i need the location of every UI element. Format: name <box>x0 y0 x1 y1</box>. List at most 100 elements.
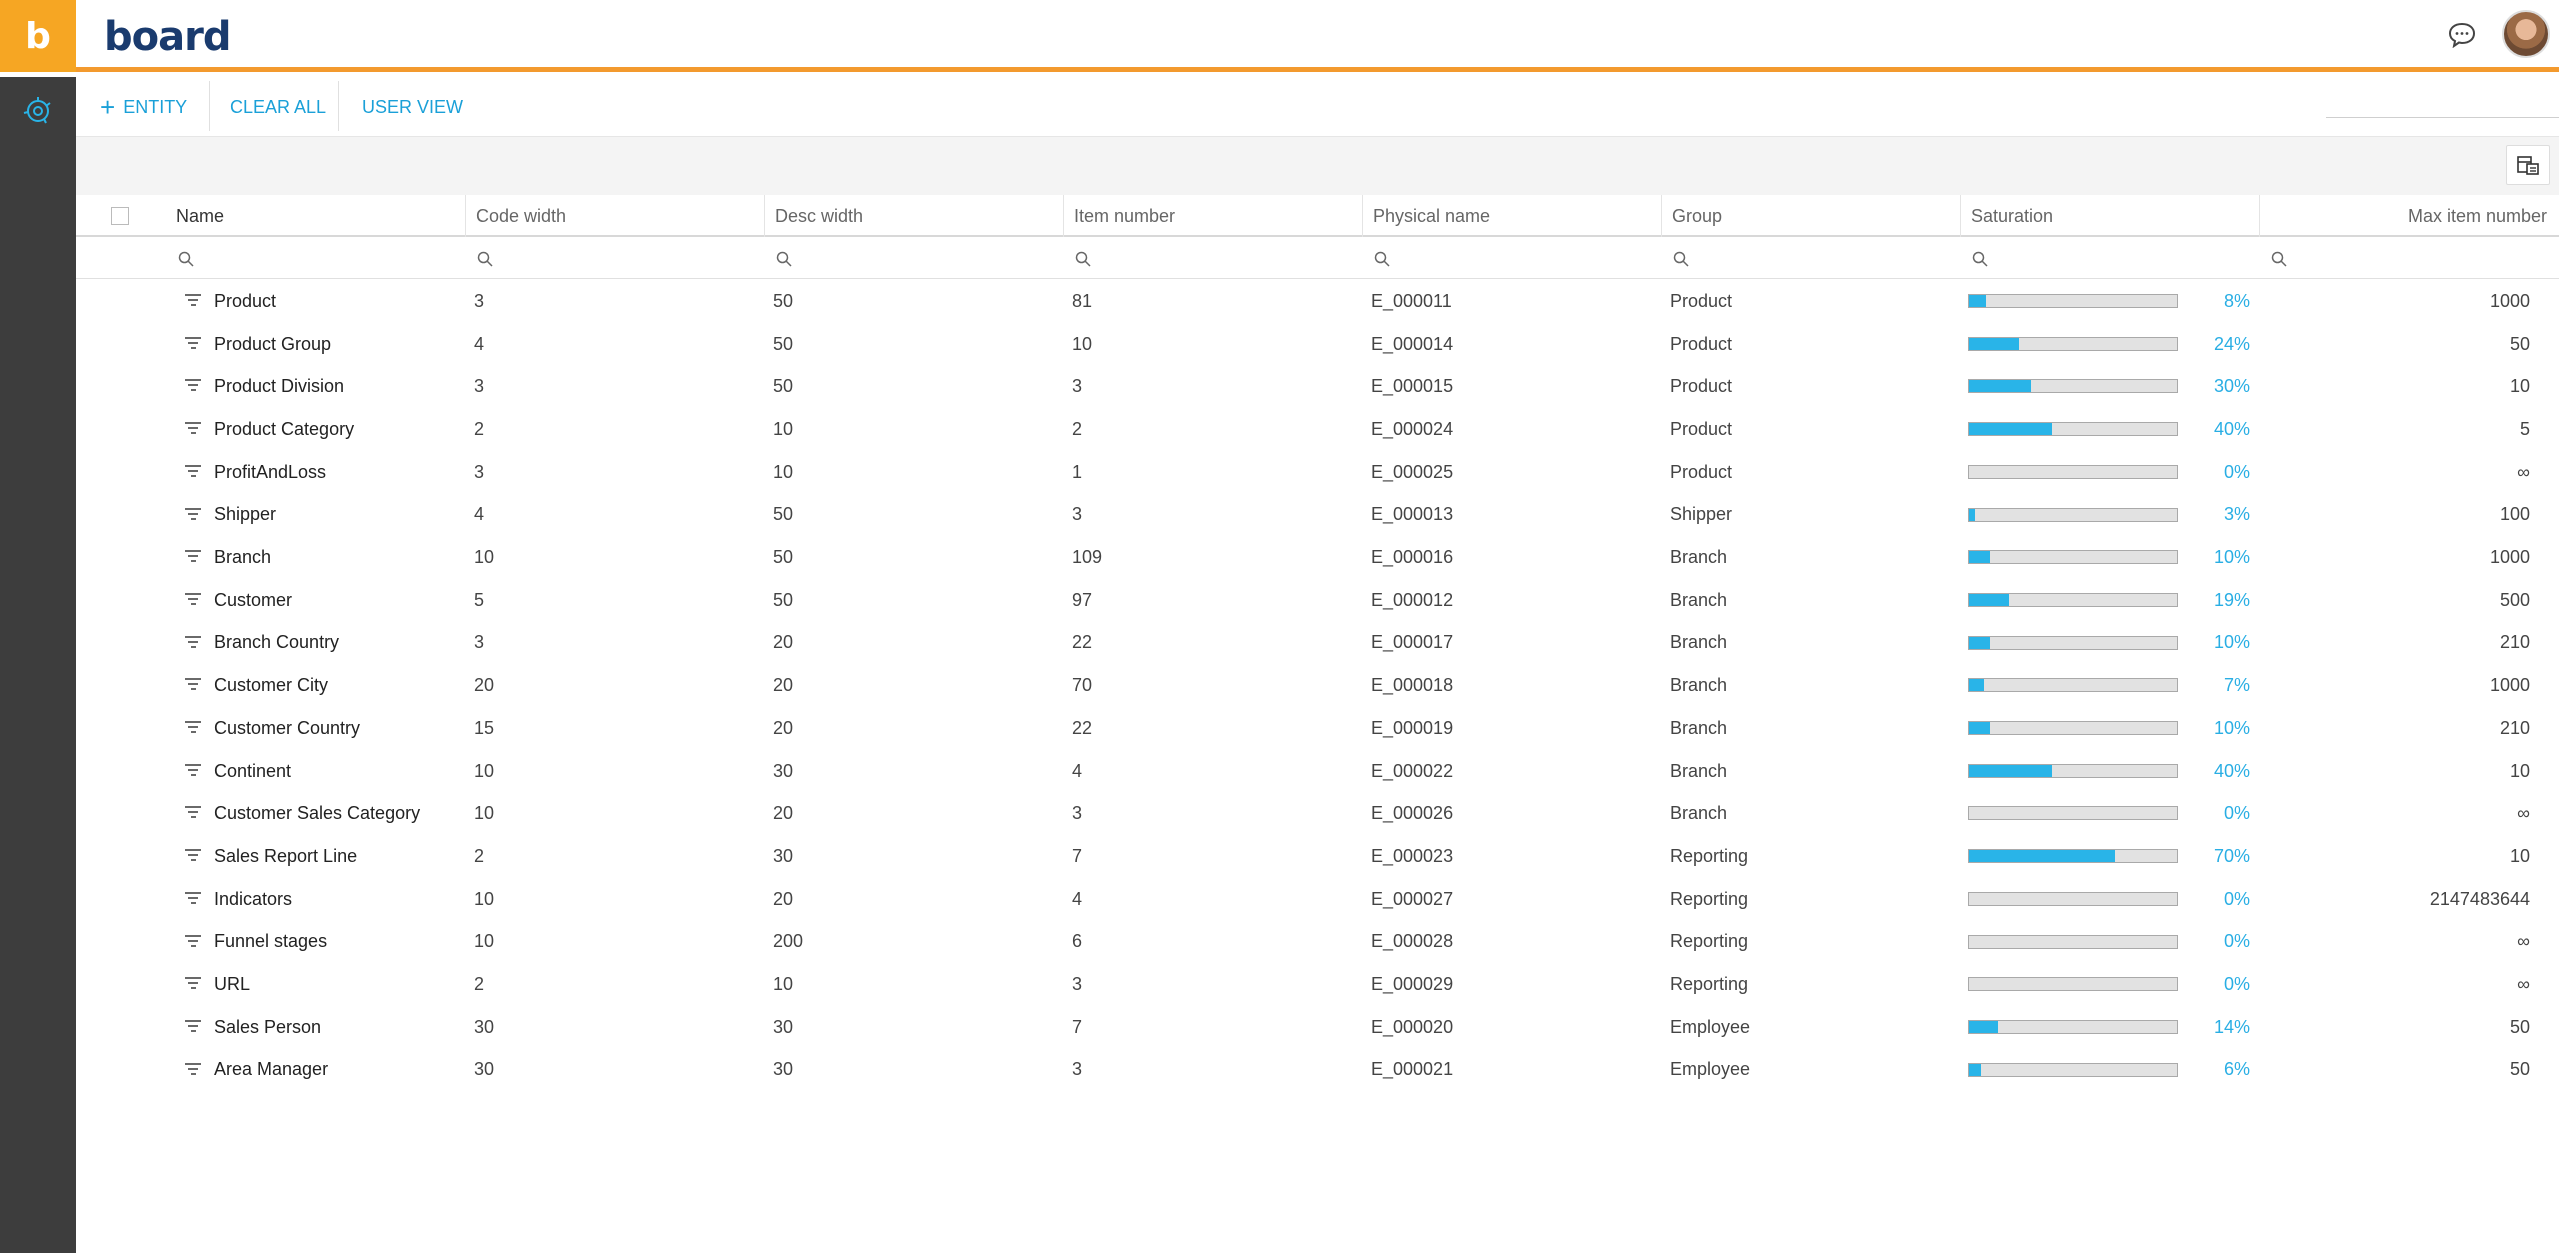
table-row[interactable]: Branch 10 50 109 E_000016 Branch 10% 1000 <box>76 536 2559 579</box>
item-number-value: 3 <box>1072 1059 1083 1080</box>
max-item-number-value: ∞ <box>2517 461 2530 482</box>
table-row[interactable]: URL 2 10 3 E_000029 Reporting 0% ∞ <box>76 963 2559 1006</box>
saturation-bar <box>1968 592 2178 607</box>
column-header-group[interactable]: Group <box>1661 195 1960 237</box>
table-row[interactable]: Product Category 2 10 2 E_000024 Product 40% 5 <box>76 408 2559 451</box>
saturation-bar <box>1968 977 2178 992</box>
filter-max-item-number[interactable] <box>2265 239 2287 279</box>
saturation-bar <box>1968 678 2178 693</box>
filter-saturation[interactable] <box>1966 239 1988 279</box>
filter-group[interactable] <box>1667 239 1689 279</box>
filter-physical-name[interactable] <box>1368 239 1390 279</box>
entity-icon <box>185 507 201 520</box>
saturation-percent: 3% <box>2223 504 2250 525</box>
group-value: Branch <box>1670 547 1728 568</box>
table-row[interactable]: Indicators 10 20 4 E_000027 Reporting 0% 214748… <box>76 878 2559 921</box>
saturation-percent: 0% <box>2223 461 2250 482</box>
entity-name: Customer Sales Category <box>214 803 421 824</box>
table-row[interactable]: Product Division 3 50 3 E_000015 Product 30% 10 <box>76 365 2559 408</box>
group-value: Branch <box>1670 803 1728 824</box>
table-row[interactable]: Product Group 4 50 10 E_000014 Product 24% 50 <box>76 323 2559 366</box>
filter-desc-width[interactable] <box>770 239 792 279</box>
max-item-number-value: 10 <box>2509 760 2530 781</box>
physical-name-value: E_000019 <box>1371 717 1454 738</box>
filter-code-width[interactable] <box>471 239 493 279</box>
entity-name: Shipper <box>214 504 277 525</box>
saturation-percent: 0% <box>2223 888 2250 909</box>
desc-width-value: 50 <box>773 589 794 610</box>
physical-name-value: E_000012 <box>1371 589 1454 610</box>
code-width-value: 5 <box>474 589 485 610</box>
physical-name-value: E_000023 <box>1371 845 1454 866</box>
desc-width-value: 20 <box>773 888 794 909</box>
table-row[interactable]: Branch Country 3 20 22 E_000017 Branch 10% 210 <box>76 622 2559 665</box>
group-value: Reporting <box>1670 931 1749 952</box>
entity-name: Continent <box>214 760 292 781</box>
saturation-bar-fill <box>1969 295 1986 307</box>
table-row[interactable]: ProfitAndLoss 3 10 1 E_000025 Product 0% ∞ <box>76 451 2559 494</box>
table-row[interactable]: Sales Report Line 2 30 7 E_000023 Reporting 70… <box>76 835 2559 878</box>
user-view-button[interactable]: USER VIEW <box>362 93 463 121</box>
table-row[interactable]: Customer 5 50 97 E_000012 Branch 19% 500 <box>76 579 2559 622</box>
entity-icon <box>185 721 201 733</box>
physical-name-value: E_000028 <box>1371 931 1454 952</box>
saturation-bar-fill <box>1969 508 1976 521</box>
saturation-percent: 0% <box>2223 931 2250 952</box>
table-row[interactable]: Product 3 50 81 E_000011 Product 8% 1000 <box>76 280 2559 323</box>
item-number-value: 3 <box>1072 803 1083 824</box>
group-value: Branch <box>1670 675 1728 696</box>
max-item-number-value: 1000 <box>2489 547 2530 568</box>
search-input[interactable] <box>2326 117 2559 118</box>
desc-width-value: 30 <box>773 1016 794 1037</box>
saturation-bar <box>1968 1062 2178 1077</box>
user-avatar[interactable] <box>2502 10 2550 58</box>
column-header-code-width[interactable]: Code width <box>465 195 764 237</box>
search-icon <box>776 251 792 267</box>
entity-name: Sales Report Line <box>214 845 358 866</box>
table-row[interactable]: Customer Sales Category 10 20 3 E_000026 Bran… <box>76 792 2559 835</box>
app-logo-letter: b <box>25 15 51 57</box>
table-row[interactable]: Area Manager 30 30 3 E_000021 Employee 6% 50 <box>76 1049 2559 1092</box>
group-value: Branch <box>1670 760 1728 781</box>
group-value: Reporting <box>1670 974 1749 995</box>
code-width-value: 2 <box>474 974 485 995</box>
saturation-percent: 10% <box>2213 632 2250 653</box>
entity-name: Product <box>214 290 277 311</box>
table-row[interactable]: Funnel stages 10 200 6 E_000028 Reporting 0% ∞ <box>76 921 2559 964</box>
search-icon <box>1972 251 1988 267</box>
chat-icon[interactable] <box>2448 22 2476 48</box>
table-row[interactable]: Customer Country 15 20 22 E_000019 Branch 10% 2… <box>76 707 2559 750</box>
item-number-value: 7 <box>1072 845 1083 866</box>
entity-icon <box>185 678 201 691</box>
saturation-percent: 6% <box>2223 1059 2250 1080</box>
entity-name: URL <box>214 974 251 995</box>
column-header-physical-name[interactable]: Physical name <box>1362 195 1661 237</box>
table-row[interactable]: Customer City 20 20 70 E_000018 Branch 7% 1000 <box>76 664 2559 707</box>
desc-width-value: 20 <box>773 803 794 824</box>
select-all-checkbox[interactable] <box>111 207 129 225</box>
column-header-name[interactable]: Name <box>166 195 465 237</box>
search-icon <box>477 251 493 267</box>
filter-item-number[interactable] <box>1069 239 1091 279</box>
clear-all-button[interactable]: CLEAR ALL <box>230 93 326 121</box>
column-header-item-number[interactable]: Item number <box>1063 195 1362 237</box>
max-item-number-value: 1000 <box>2489 675 2530 696</box>
table-row[interactable]: Continent 10 30 4 E_000022 Branch 40% 10 <box>76 750 2559 793</box>
item-number-value: 10 <box>1072 333 1093 354</box>
table-row[interactable]: Sales Person 30 30 7 E_000020 Employee 14% 50 <box>76 1006 2559 1049</box>
add-entity-button[interactable]: + ENTITY <box>100 93 187 121</box>
filter-name[interactable] <box>172 239 194 279</box>
table-row[interactable]: Shipper 4 50 3 E_000013 Shipper 3% 100 <box>76 494 2559 537</box>
app-logo[interactable]: b <box>0 0 76 72</box>
column-chooser-button[interactable] <box>2506 145 2550 185</box>
column-header-saturation[interactable]: Saturation <box>1960 195 2259 237</box>
code-width-value: 30 <box>474 1016 495 1037</box>
column-header-max-item-number[interactable]: Max item number <box>2259 195 2557 237</box>
max-item-number-value: 10 <box>2509 845 2530 866</box>
group-value: Branch <box>1670 589 1728 610</box>
column-header-desc-width[interactable]: Desc width <box>764 195 1063 237</box>
saturation-percent: 0% <box>2223 974 2250 995</box>
group-value: Shipper <box>1670 504 1733 525</box>
saturation-bar-fill <box>1969 551 1990 564</box>
data-model-icon[interactable] <box>20 93 56 129</box>
